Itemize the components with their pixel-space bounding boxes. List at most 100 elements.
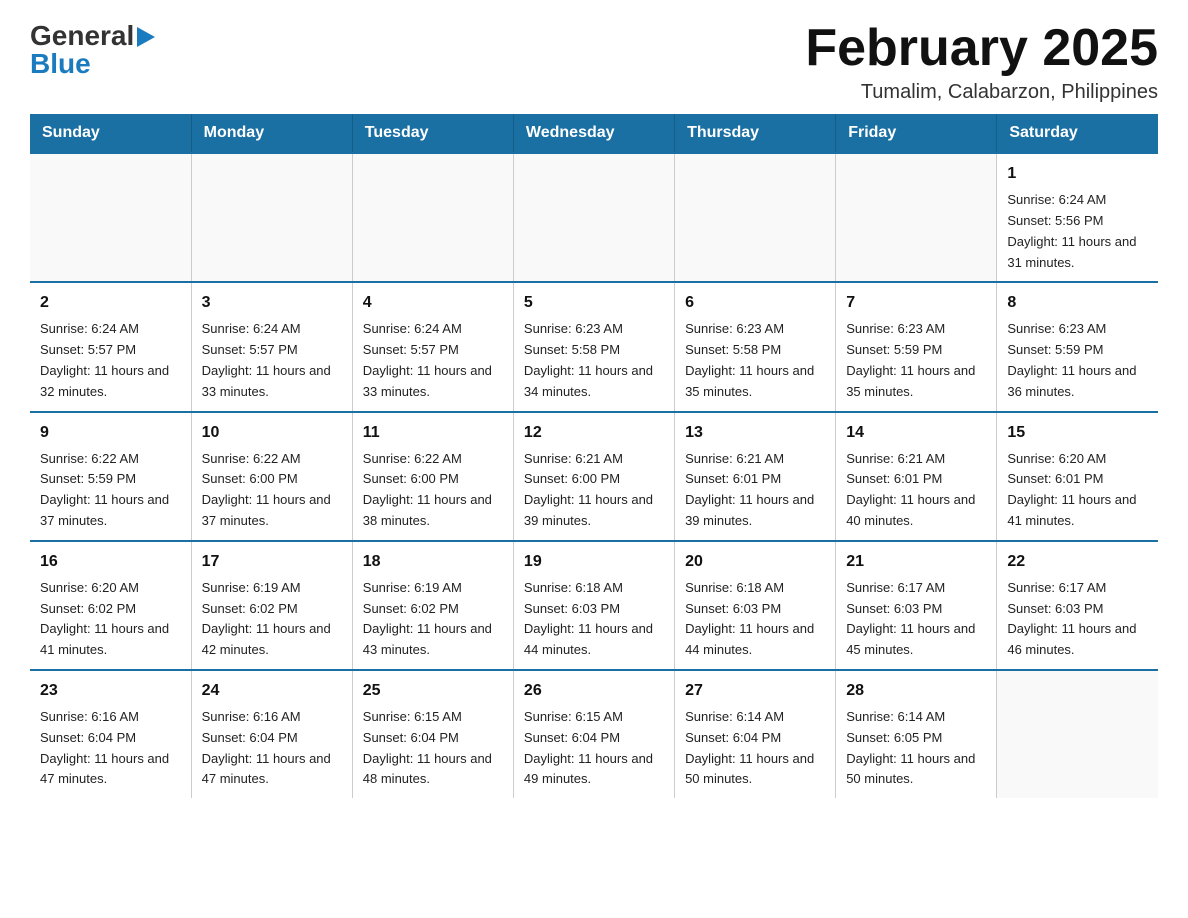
day-number: 5 <box>524 291 664 315</box>
calendar-day-cell: 5 Sunrise: 6:23 AM Sunset: 5:58 PM Daylig… <box>513 282 674 411</box>
calendar-day-cell: 18 Sunrise: 6:19 AM Sunset: 6:02 PM Dayli… <box>352 541 513 670</box>
calendar-header-row: Sunday Monday Tuesday Wednesday Thursday… <box>30 114 1158 153</box>
day-info: Sunrise: 6:17 AM Sunset: 6:03 PM Dayligh… <box>846 578 986 661</box>
day-info: Sunrise: 6:23 AM Sunset: 5:58 PM Dayligh… <box>685 319 825 402</box>
day-number: 18 <box>363 550 503 574</box>
logo-blue-text: Blue <box>30 48 91 80</box>
calendar-table: Sunday Monday Tuesday Wednesday Thursday… <box>30 114 1158 798</box>
calendar-day-cell: 7 Sunrise: 6:23 AM Sunset: 5:59 PM Daylig… <box>836 282 997 411</box>
day-number: 10 <box>202 421 342 445</box>
day-number: 15 <box>1007 421 1148 445</box>
day-number: 21 <box>846 550 986 574</box>
day-info: Sunrise: 6:24 AM Sunset: 5:56 PM Dayligh… <box>1007 190 1148 273</box>
header-thursday: Thursday <box>675 114 836 153</box>
day-info: Sunrise: 6:22 AM Sunset: 6:00 PM Dayligh… <box>363 449 503 532</box>
day-number: 9 <box>40 421 181 445</box>
calendar-day-cell: 21 Sunrise: 6:17 AM Sunset: 6:03 PM Dayli… <box>836 541 997 670</box>
calendar-day-cell: 20 Sunrise: 6:18 AM Sunset: 6:03 PM Dayli… <box>675 541 836 670</box>
day-info: Sunrise: 6:15 AM Sunset: 6:04 PM Dayligh… <box>363 707 503 790</box>
page-header: General Blue February 2025 Tumalim, Cala… <box>30 20 1158 104</box>
day-info: Sunrise: 6:23 AM Sunset: 5:59 PM Dayligh… <box>846 319 986 402</box>
calendar-day-cell: 27 Sunrise: 6:14 AM Sunset: 6:04 PM Dayli… <box>675 670 836 798</box>
day-info: Sunrise: 6:24 AM Sunset: 5:57 PM Dayligh… <box>363 319 503 402</box>
day-number: 20 <box>685 550 825 574</box>
day-number: 14 <box>846 421 986 445</box>
calendar-day-cell: 2Sunrise: 6:24 AM Sunset: 5:57 PM Daylig… <box>30 282 191 411</box>
day-info: Sunrise: 6:21 AM Sunset: 6:01 PM Dayligh… <box>846 449 986 532</box>
day-number: 26 <box>524 679 664 703</box>
day-number: 1 <box>1007 162 1148 186</box>
calendar-day-cell <box>997 670 1158 798</box>
header-wednesday: Wednesday <box>513 114 674 153</box>
title-block: February 2025 Tumalim, Calabarzon, Phili… <box>805 20 1158 104</box>
day-number: 27 <box>685 679 825 703</box>
day-info: Sunrise: 6:20 AM Sunset: 6:01 PM Dayligh… <box>1007 449 1148 532</box>
day-info: Sunrise: 6:17 AM Sunset: 6:03 PM Dayligh… <box>1007 578 1148 661</box>
day-number: 3 <box>202 291 342 315</box>
calendar-day-cell: 12Sunrise: 6:21 AM Sunset: 6:00 PM Dayli… <box>513 412 674 541</box>
calendar-week-row: 16 Sunrise: 6:20 AM Sunset: 6:02 PM Dayli… <box>30 541 1158 670</box>
calendar-day-cell <box>675 153 836 282</box>
day-number: 4 <box>363 291 503 315</box>
day-number: 16 <box>40 550 181 574</box>
calendar-day-cell: 8 Sunrise: 6:23 AM Sunset: 5:59 PM Daylig… <box>997 282 1158 411</box>
day-info: Sunrise: 6:24 AM Sunset: 5:57 PM Dayligh… <box>202 319 342 402</box>
calendar-day-cell <box>191 153 352 282</box>
day-number: 22 <box>1007 550 1148 574</box>
calendar-day-cell: 14 Sunrise: 6:21 AM Sunset: 6:01 PM Dayli… <box>836 412 997 541</box>
day-info: Sunrise: 6:16 AM Sunset: 6:04 PM Dayligh… <box>202 707 342 790</box>
calendar-day-cell: 1 Sunrise: 6:24 AM Sunset: 5:56 PM Daylig… <box>997 153 1158 282</box>
calendar-day-cell: 16 Sunrise: 6:20 AM Sunset: 6:02 PM Dayli… <box>30 541 191 670</box>
calendar-day-cell: 9 Sunrise: 6:22 AM Sunset: 5:59 PM Daylig… <box>30 412 191 541</box>
logo: General Blue <box>30 20 155 80</box>
day-number: 8 <box>1007 291 1148 315</box>
calendar-day-cell: 28Sunrise: 6:14 AM Sunset: 6:05 PM Dayli… <box>836 670 997 798</box>
calendar-week-row: 23 Sunrise: 6:16 AM Sunset: 6:04 PM Dayli… <box>30 670 1158 798</box>
day-info: Sunrise: 6:14 AM Sunset: 6:04 PM Dayligh… <box>685 707 825 790</box>
calendar-day-cell: 4 Sunrise: 6:24 AM Sunset: 5:57 PM Daylig… <box>352 282 513 411</box>
calendar-day-cell: 11 Sunrise: 6:22 AM Sunset: 6:00 PM Dayli… <box>352 412 513 541</box>
calendar-day-cell: 25 Sunrise: 6:15 AM Sunset: 6:04 PM Dayli… <box>352 670 513 798</box>
day-number: 19 <box>524 550 664 574</box>
day-info: Sunrise: 6:19 AM Sunset: 6:02 PM Dayligh… <box>363 578 503 661</box>
day-info: Sunrise: 6:21 AM Sunset: 6:00 PM Dayligh… <box>524 449 664 532</box>
day-info: Sunrise: 6:22 AM Sunset: 5:59 PM Dayligh… <box>40 449 181 532</box>
header-sunday: Sunday <box>30 114 191 153</box>
calendar-day-cell: 6Sunrise: 6:23 AM Sunset: 5:58 PM Daylig… <box>675 282 836 411</box>
calendar-week-row: 2 Sunrise: 6:24 AM Sunset: 5:57 PM Daylig… <box>30 282 1158 411</box>
day-number: 7 <box>846 291 986 315</box>
calendar-day-cell: 17 Sunrise: 6:19 AM Sunset: 6:02 PM Dayli… <box>191 541 352 670</box>
calendar-day-cell: 19 Sunrise: 6:18 AM Sunset: 6:03 PM Dayli… <box>513 541 674 670</box>
day-number: 23 <box>40 679 181 703</box>
header-saturday: Saturday <box>997 114 1158 153</box>
day-info: Sunrise: 6:18 AM Sunset: 6:03 PM Dayligh… <box>524 578 664 661</box>
page-title: February 2025 <box>805 20 1158 77</box>
day-info: Sunrise: 6:21 AM Sunset: 6:01 PM Dayligh… <box>685 449 825 532</box>
page-subtitle: Tumalim, Calabarzon, Philippines <box>805 81 1158 104</box>
calendar-day-cell <box>836 153 997 282</box>
day-number: 13 <box>685 421 825 445</box>
day-info: Sunrise: 6:23 AM Sunset: 5:59 PM Dayligh… <box>1007 319 1148 402</box>
header-tuesday: Tuesday <box>352 114 513 153</box>
calendar-day-cell: 10 Sunrise: 6:22 AM Sunset: 6:00 PM Dayli… <box>191 412 352 541</box>
day-info: Sunrise: 6:20 AM Sunset: 6:02 PM Dayligh… <box>40 578 181 661</box>
calendar-day-cell: 23Sunrise: 6:16 AM Sunset: 6:04 PM Dayli… <box>30 670 191 798</box>
day-info: Sunrise: 6:23 AM Sunset: 5:58 PM Dayligh… <box>524 319 664 402</box>
header-friday: Friday <box>836 114 997 153</box>
day-info: Sunrise: 6:19 AM Sunset: 6:02 PM Dayligh… <box>202 578 342 661</box>
day-number: 17 <box>202 550 342 574</box>
calendar-day-cell <box>30 153 191 282</box>
day-number: 11 <box>363 421 503 445</box>
day-info: Sunrise: 6:14 AM Sunset: 6:05 PM Dayligh… <box>846 707 986 790</box>
day-info: Sunrise: 6:22 AM Sunset: 6:00 PM Dayligh… <box>202 449 342 532</box>
calendar-day-cell <box>513 153 674 282</box>
day-number: 25 <box>363 679 503 703</box>
day-info: Sunrise: 6:18 AM Sunset: 6:03 PM Dayligh… <box>685 578 825 661</box>
day-number: 2 <box>40 291 181 315</box>
calendar-week-row: 1 Sunrise: 6:24 AM Sunset: 5:56 PM Daylig… <box>30 153 1158 282</box>
calendar-day-cell: 13 Sunrise: 6:21 AM Sunset: 6:01 PM Dayli… <box>675 412 836 541</box>
calendar-day-cell: 24 Sunrise: 6:16 AM Sunset: 6:04 PM Dayli… <box>191 670 352 798</box>
logo-flag-icon <box>137 27 155 47</box>
day-number: 24 <box>202 679 342 703</box>
calendar-week-row: 9 Sunrise: 6:22 AM Sunset: 5:59 PM Daylig… <box>30 412 1158 541</box>
